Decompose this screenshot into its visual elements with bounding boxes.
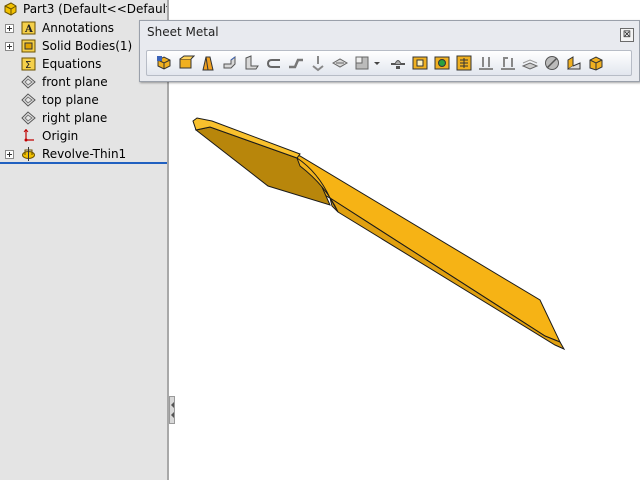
- simple-hole-icon[interactable]: [433, 54, 451, 72]
- vent-icon[interactable]: [455, 54, 473, 72]
- tree-item-label: right plane: [42, 111, 108, 125]
- svg-text:Σ: Σ: [25, 60, 31, 71]
- tree-item-label: Annotations: [42, 21, 115, 35]
- tree-root-label: Part3 (Default<<Default>: [23, 2, 167, 16]
- forming-tool-icon[interactable]: [389, 54, 407, 72]
- flatten-icon[interactable]: [521, 54, 539, 72]
- tree-item-revolve-thin1[interactable]: Revolve-Thin1: [0, 145, 167, 163]
- equations-icon: Σ: [21, 57, 36, 71]
- expand-icon[interactable]: [5, 24, 14, 33]
- dropdown-arrow-icon[interactable]: [373, 54, 381, 72]
- base-flange-icon[interactable]: [155, 54, 173, 72]
- hem-icon[interactable]: [265, 54, 283, 72]
- insert-bends-icon[interactable]: [587, 54, 605, 72]
- sketched-bend-icon[interactable]: [309, 54, 327, 72]
- fold-icon[interactable]: [499, 54, 517, 72]
- jog-icon[interactable]: [287, 54, 305, 72]
- rip-icon[interactable]: [565, 54, 583, 72]
- tree-item-label: top plane: [42, 93, 99, 107]
- cross-break-icon[interactable]: [331, 54, 349, 72]
- sheet-metal-model[interactable]: [169, 82, 640, 480]
- unfold-icon[interactable]: [477, 54, 495, 72]
- svg-text:A: A: [24, 24, 33, 35]
- toolbar-title: Sheet Metal: [147, 25, 219, 39]
- tree-item-label: Solid Bodies(1): [42, 39, 133, 53]
- tree-item-label: Revolve-Thin1: [42, 147, 127, 161]
- part-icon: [3, 2, 18, 16]
- tree-item-top-plane[interactable]: top plane: [0, 91, 167, 109]
- miter-flange-icon[interactable]: [243, 54, 261, 72]
- expand-icon[interactable]: [5, 150, 14, 159]
- tree-item-label: front plane: [42, 75, 108, 89]
- tree-root-part[interactable]: Part3 (Default<<Default>: [0, 0, 167, 18]
- plane-icon: [21, 111, 36, 125]
- convert-to-sheet-metal-icon[interactable]: [177, 54, 195, 72]
- tree-item-label: Equations: [42, 57, 102, 71]
- tree-item-origin[interactable]: Origin: [0, 127, 167, 145]
- plane-icon: [21, 75, 36, 89]
- no-bends-icon[interactable]: [543, 54, 561, 72]
- tree-item-label: Origin: [42, 129, 79, 143]
- expand-icon[interactable]: [5, 42, 14, 51]
- lofted-bend-icon[interactable]: [199, 54, 217, 72]
- graphics-viewport[interactable]: [169, 82, 640, 480]
- annotations-icon: A: [21, 21, 36, 35]
- close-icon[interactable]: ⊠: [620, 28, 634, 42]
- solid-bodies-icon: [21, 39, 36, 53]
- tree-item-right-plane[interactable]: right plane: [0, 109, 167, 127]
- extruded-cut-icon[interactable]: [411, 54, 429, 72]
- tree-rollback-bar[interactable]: [0, 162, 167, 164]
- origin-icon: [21, 129, 36, 143]
- corner-options-icon[interactable]: [353, 54, 371, 72]
- toolbar-button-strip: [146, 50, 632, 76]
- edge-flange-icon[interactable]: [221, 54, 239, 72]
- sheet-metal-toolbar[interactable]: Sheet Metal ⊠: [139, 20, 640, 82]
- plane-icon: [21, 93, 36, 107]
- revolve-icon: [21, 147, 36, 161]
